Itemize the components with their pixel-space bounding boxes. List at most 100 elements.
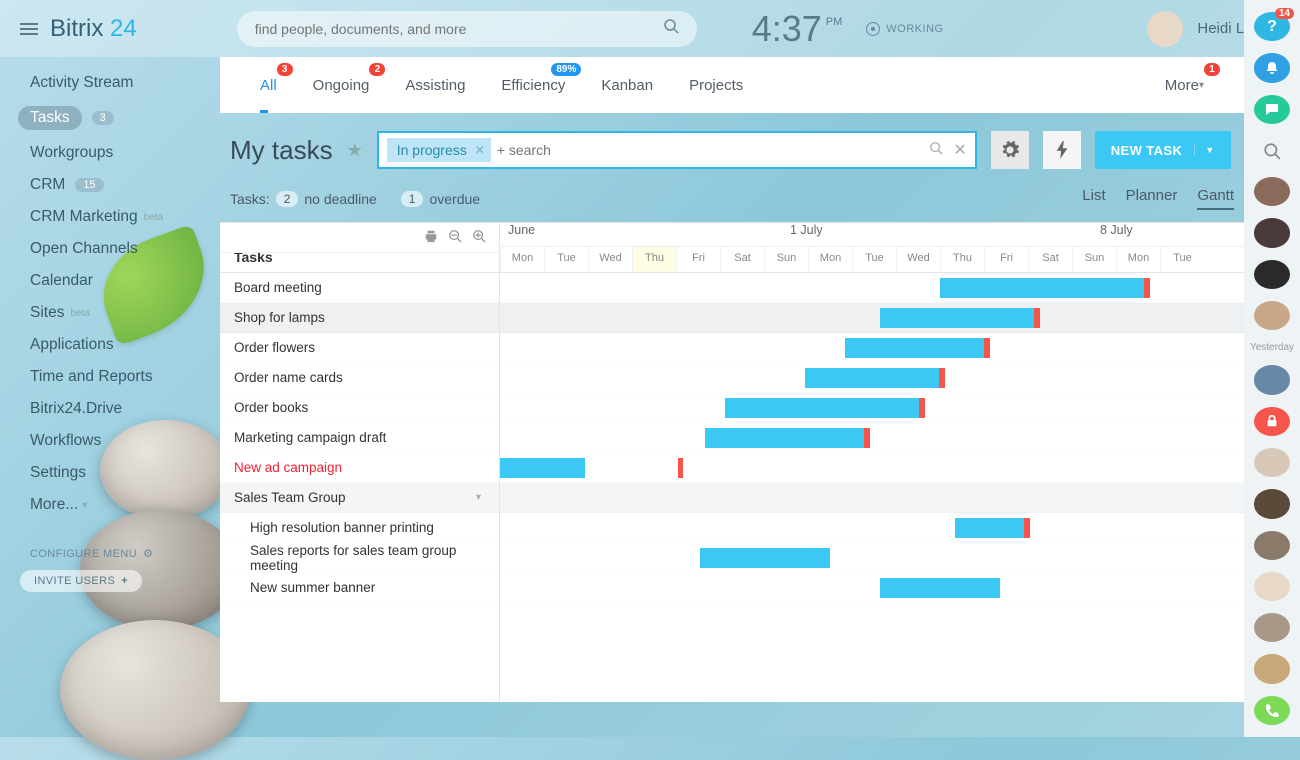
timeline-row[interactable] [500,273,1244,303]
gantt-bar[interactable] [880,308,1040,328]
task-row[interactable]: Order books [220,393,499,423]
gantt-bar[interactable] [805,368,945,388]
contact-avatar[interactable] [1254,365,1290,394]
gantt-bar[interactable] [845,338,990,358]
task-row[interactable]: New summer banner [220,573,499,603]
tab[interactable]: Assisting [387,57,483,113]
timeline-row[interactable] [500,423,1244,453]
task-row[interactable]: Marketing campaign draft [220,423,499,453]
sidebar-item[interactable]: CRM Marketingbeta [0,201,220,233]
task-row[interactable]: Sales reports for sales team group meeti… [220,543,499,573]
task-row[interactable]: High resolution banner printing [220,513,499,543]
contact-avatar[interactable] [1254,613,1290,642]
view-tab[interactable]: Gantt [1197,187,1234,210]
no-deadline-label[interactable]: no deadline [304,191,376,207]
task-row[interactable]: Board meeting [220,273,499,303]
rail-search-button[interactable] [1254,136,1290,165]
contact-avatar[interactable] [1254,177,1290,206]
clear-filter-icon[interactable]: ✕ [953,140,966,160]
hamburger-icon[interactable] [20,20,38,38]
sidebar-item[interactable]: Calendar [0,265,220,297]
sidebar-item[interactable]: Sitesbeta [0,297,220,329]
global-search-input[interactable] [255,21,663,37]
gantt-bar[interactable] [700,548,830,568]
sidebar-item[interactable]: Activity Stream [0,67,220,99]
global-search[interactable] [237,11,697,47]
gantt-bar[interactable] [955,518,1030,538]
overdue-count[interactable]: 1 [401,191,424,207]
invite-users-button[interactable]: INVITE USERS + [20,570,142,592]
new-task-button[interactable]: NEW TASK ▼ [1095,131,1231,169]
contact-avatar[interactable] [1254,301,1290,330]
timeline-row[interactable] [500,543,1244,573]
sidebar-item[interactable]: Settings [0,457,220,489]
filter-chip-remove-icon[interactable]: ✕ [475,143,485,157]
tab[interactable]: Kanban [583,57,671,113]
timeline-row[interactable] [500,513,1244,543]
task-group-row[interactable]: Sales Team Group [220,483,499,513]
view-tab[interactable]: List [1082,187,1105,210]
zoom-in-icon[interactable] [472,229,486,246]
timeline-row[interactable] [500,393,1244,423]
contact-avatar[interactable] [1254,260,1290,289]
tab[interactable]: Projects [671,57,761,113]
sidebar-item[interactable]: Applications [0,329,220,361]
timeline-row[interactable] [500,303,1244,333]
zoom-out-icon[interactable] [448,229,462,246]
sidebar-item[interactable]: Open Channels [0,233,220,265]
sidebar-item[interactable]: Workflows [0,425,220,457]
print-icon[interactable] [424,229,438,246]
chat-button[interactable] [1254,95,1290,124]
sidebar-item[interactable]: More... ▾ [0,489,220,521]
contact-avatar[interactable] [1254,531,1290,560]
gear-button[interactable] [991,131,1029,169]
timeline-row[interactable] [500,483,1244,513]
gantt-bar[interactable] [705,428,870,448]
contact-avatar[interactable] [1254,572,1290,601]
contact-avatar[interactable] [1254,654,1290,683]
gantt-bar[interactable] [500,458,585,478]
contact-avatar[interactable] [1254,448,1290,477]
timeline-row[interactable] [500,453,1244,483]
view-tab[interactable]: Planner [1126,187,1178,210]
sidebar-item[interactable]: Workgroups [0,137,220,169]
working-status[interactable]: WORKING [866,22,943,36]
overdue-label[interactable]: overdue [429,191,480,207]
chevron-down-icon[interactable]: ▼ [1194,145,1214,155]
task-row[interactable]: Order flowers [220,333,499,363]
help-button[interactable]: ? 14 [1254,12,1290,41]
timeline-row[interactable] [500,333,1244,363]
configure-menu[interactable]: CONFIGURE MENU ⚙ [0,541,220,566]
filter-chip[interactable]: In progress ✕ [387,138,491,162]
task-row[interactable]: Shop for lamps [220,303,499,333]
gantt-bar[interactable] [940,278,1150,298]
task-row[interactable]: Order name cards [220,363,499,393]
gantt-timeline[interactable]: June 1 July 8 July MonTueWedThuFriSatSun… [500,223,1244,702]
timeline-row[interactable] [500,363,1244,393]
gantt-bar[interactable] [725,398,925,418]
day-header: Thu [940,247,984,272]
task-row[interactable]: New ad campaign [220,453,499,483]
notifications-button[interactable] [1254,53,1290,82]
sidebar-item[interactable]: Time and Reports [0,361,220,393]
lock-button[interactable] [1254,407,1290,436]
tab[interactable]: All3 [242,57,295,113]
sidebar-item[interactable]: Tasks3 [0,99,220,137]
sidebar-item[interactable]: Bitrix24.Drive [0,393,220,425]
contact-avatar[interactable] [1254,489,1290,518]
tab[interactable]: Efficiency89% [483,57,583,113]
no-deadline-count[interactable]: 2 [276,191,299,207]
tab[interactable]: Ongoing2 [295,57,388,113]
bolt-button[interactable] [1043,131,1081,169]
favorite-star-icon[interactable]: ★ [347,140,363,161]
search-icon[interactable] [663,18,679,39]
phone-button[interactable] [1254,696,1290,725]
filter-search-input[interactable] [497,142,930,158]
tab-more[interactable]: More 1 ▾ [1147,57,1222,113]
filter-box[interactable]: In progress ✕ ✕ [377,131,977,169]
contact-avatar[interactable] [1254,218,1290,247]
search-icon[interactable] [929,141,943,160]
gantt-bar[interactable] [880,578,1000,598]
timeline-row[interactable] [500,573,1244,603]
sidebar-item[interactable]: CRM15 [0,169,220,201]
